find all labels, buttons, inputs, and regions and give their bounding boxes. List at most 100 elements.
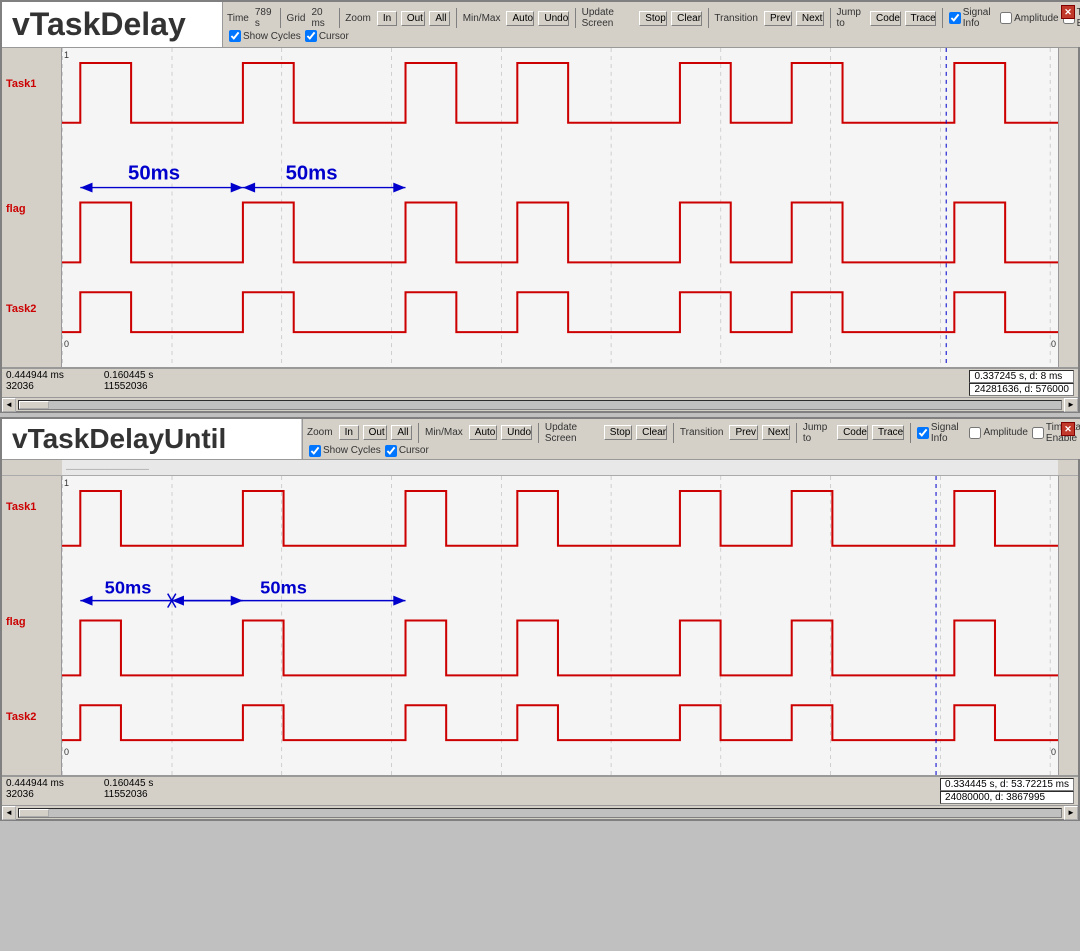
signal-info-label-1: Signal Info bbox=[963, 7, 996, 29]
zoom-in-btn-2[interactable]: In bbox=[339, 425, 359, 440]
scroll-track-1[interactable] bbox=[18, 400, 1062, 410]
scroll-left-2[interactable]: ◄ bbox=[2, 806, 16, 820]
zoom-out-btn-2[interactable]: Out bbox=[363, 425, 388, 440]
auto-btn-1[interactable]: Auto bbox=[506, 11, 534, 26]
zoom-label-2: Zoom bbox=[307, 427, 333, 438]
prev-btn-1[interactable]: Prev bbox=[764, 11, 792, 26]
cursor-group-2: Cursor bbox=[385, 445, 429, 457]
scale-top-1: 1 bbox=[64, 50, 69, 60]
undo-btn-2[interactable]: Undo bbox=[501, 425, 532, 440]
task1-label-1: Task1 bbox=[6, 78, 36, 90]
sep3 bbox=[456, 8, 457, 28]
sep2 bbox=[339, 8, 340, 28]
status-time-1: 0.444944 ms 32036 bbox=[6, 370, 64, 396]
hscrollbar-2[interactable]: ◄ ► bbox=[2, 805, 1078, 819]
svg-text:50ms: 50ms bbox=[128, 163, 180, 185]
close-button-2[interactable]: ✕ bbox=[1061, 422, 1075, 436]
signal-info-group-2: Signal Info bbox=[917, 422, 966, 444]
update-label-1: Update Screen bbox=[582, 7, 634, 29]
minmax-label-2: Min/Max bbox=[425, 427, 463, 438]
timestamps-check-2[interactable] bbox=[1032, 427, 1044, 439]
status-right-1: 0.337245 s, d: 8 ms 24281636, d: 576000 bbox=[969, 370, 1074, 396]
signal-info-group-1: Signal Info bbox=[949, 7, 996, 29]
prev-btn-2[interactable]: Prev bbox=[729, 425, 757, 440]
transition-label-1: Transition bbox=[714, 13, 758, 24]
amplitude-check-1[interactable] bbox=[1000, 12, 1012, 24]
code-btn-2[interactable]: Code bbox=[837, 425, 868, 440]
scroll-track-2[interactable] bbox=[18, 808, 1062, 818]
status-bar-2: 0.444944 ms 32036 0.160445 s 11552036 0.… bbox=[2, 776, 1078, 805]
clear-btn-2[interactable]: Clear bbox=[636, 425, 667, 440]
scale-top-2: 1 bbox=[64, 478, 69, 488]
scroll-preview-2: ───────────── bbox=[2, 460, 1078, 476]
signal-canvas-1: 50ms 50ms bbox=[62, 48, 1058, 367]
sep6 bbox=[830, 8, 831, 28]
status-left-2: 0.444944 ms 32036 0.160445 s 11552036 bbox=[6, 778, 153, 804]
undo-btn-1[interactable]: Undo bbox=[538, 11, 568, 26]
sep1 bbox=[280, 8, 281, 28]
scroll-left-1[interactable]: ◄ bbox=[2, 398, 16, 412]
next-btn-1[interactable]: Next bbox=[796, 11, 824, 26]
show-cycles-check-1[interactable] bbox=[229, 30, 241, 42]
cursor-check-2[interactable] bbox=[385, 445, 397, 457]
flag-label-1: flag bbox=[6, 203, 26, 215]
hscrollbar-1[interactable]: ◄ ► bbox=[2, 397, 1078, 411]
scroll-right-1[interactable]: ► bbox=[1064, 398, 1078, 412]
stop-btn-2[interactable]: Stop bbox=[604, 425, 632, 440]
status-left-1: 0.444944 ms 32036 0.160445 s 11552036 bbox=[6, 370, 153, 396]
flag-label-2: flag bbox=[6, 616, 26, 628]
jumpto-label-1: Jump to bbox=[837, 7, 865, 29]
scale-bottom-2: 0 bbox=[64, 747, 69, 757]
window1-title: vTaskDelay bbox=[12, 6, 186, 43]
cursor-label-1: Cursor bbox=[319, 31, 349, 42]
waveform-svg-2: 50ms 50ms bbox=[62, 476, 1058, 775]
cursor-label-2: Cursor bbox=[399, 445, 429, 456]
signal-area-2: 1 0 0 Task1 flag Task2 bbox=[2, 476, 1078, 776]
zoom-out-btn-1[interactable]: Out bbox=[401, 11, 425, 26]
scroll-thumb-1[interactable] bbox=[19, 401, 49, 409]
trace-btn-1[interactable]: Trace bbox=[905, 11, 936, 26]
show-cycles-label-2: Show Cycles bbox=[323, 445, 381, 456]
amplitude-group-2: Amplitude bbox=[969, 427, 1027, 439]
preview-strip-2: ───────────── bbox=[62, 460, 1058, 475]
signal-area-1: 1 0 0 Task1 flag Task2 bbox=[2, 48, 1078, 368]
scale-right-bottom-2: 0 bbox=[1051, 747, 1056, 757]
jumpto-label-2: Jump to bbox=[803, 422, 831, 444]
signal-info-check-2[interactable] bbox=[917, 427, 929, 439]
svg-text:50ms: 50ms bbox=[105, 578, 152, 598]
vscrollbar-1[interactable] bbox=[1058, 48, 1078, 367]
status-right-2: 0.334445 s, d: 53.72215 ms 24080000, d: … bbox=[940, 778, 1074, 804]
zoom-all-btn-1[interactable]: All bbox=[429, 11, 450, 26]
auto-btn-2[interactable]: Auto bbox=[469, 425, 497, 440]
stop-btn-1[interactable]: Stop bbox=[639, 11, 667, 26]
cursor-check-1[interactable] bbox=[305, 30, 317, 42]
code-btn-1[interactable]: Code bbox=[870, 11, 900, 26]
svg-text:─────────────: ───────────── bbox=[65, 464, 150, 474]
show-cycles-label-1: Show Cycles bbox=[243, 31, 301, 42]
scroll-thumb-2[interactable] bbox=[19, 809, 49, 817]
next-btn-2[interactable]: Next bbox=[762, 425, 790, 440]
signal-info-check-1[interactable] bbox=[949, 12, 961, 24]
show-cycles-group-2: Show Cycles bbox=[309, 445, 381, 457]
close-button-1[interactable]: ✕ bbox=[1061, 5, 1075, 19]
status-bar-1: 0.444944 ms 32036 0.160445 s 11552036 0.… bbox=[2, 368, 1078, 397]
status-time-2: 0.444944 ms 32036 bbox=[6, 778, 64, 804]
zoom-all-btn-2[interactable]: All bbox=[391, 425, 412, 440]
amplitude-check-2[interactable] bbox=[969, 427, 981, 439]
time-label-1: Time bbox=[227, 13, 249, 24]
show-cycles-check-2[interactable] bbox=[309, 445, 321, 457]
vscrollbar-2[interactable] bbox=[1058, 476, 1078, 775]
svg-text:50ms: 50ms bbox=[260, 578, 307, 598]
sep7 bbox=[942, 8, 943, 28]
cursor-group-1: Cursor bbox=[305, 30, 349, 42]
sep2-2 bbox=[538, 423, 539, 443]
signal-canvas-2: 50ms 50ms bbox=[62, 476, 1058, 775]
grid-label-1: Grid bbox=[287, 13, 306, 24]
task2-label-1: Task2 bbox=[6, 303, 36, 315]
trace-btn-2[interactable]: Trace bbox=[872, 425, 904, 440]
status-mid-2: 0.160445 s 11552036 bbox=[104, 778, 154, 804]
zoom-in-btn-1[interactable]: In bbox=[377, 11, 397, 26]
scroll-right-2[interactable]: ► bbox=[1064, 806, 1078, 820]
clear-btn-1[interactable]: Clear bbox=[671, 11, 701, 26]
zoom-label-1: Zoom bbox=[345, 13, 371, 24]
